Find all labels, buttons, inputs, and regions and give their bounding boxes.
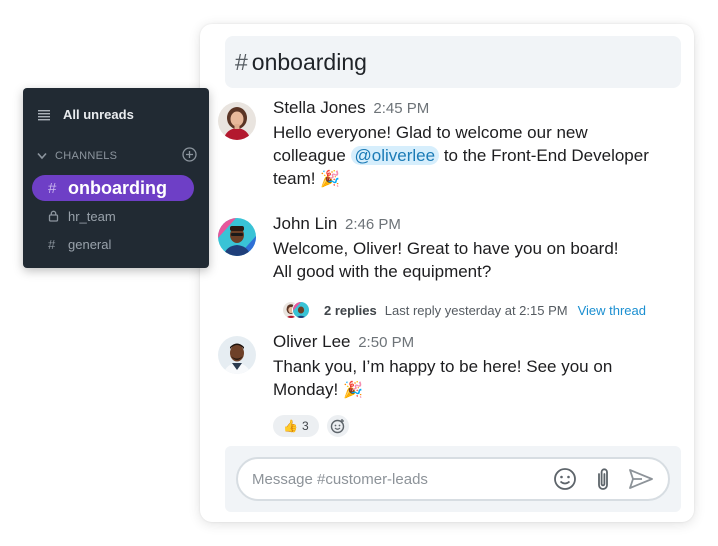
channels-section-header[interactable]: CHANNELS [37, 147, 197, 165]
sidebar-item-label: onboarding [68, 177, 167, 198]
avatar-oliver[interactable] [218, 336, 256, 374]
message-line: Thank you, I’m happy to be here! See you… [273, 357, 613, 376]
send-button[interactable] [628, 466, 654, 492]
party-popper-icon: 🎉 [342, 380, 363, 399]
all-unreads-item[interactable]: All unreads [37, 107, 134, 122]
paperclip-icon [598, 468, 608, 490]
message-header: Oliver Lee 2:50 PM [273, 332, 414, 352]
channel-header: # onboarding [225, 36, 681, 88]
channel-hash-icon: # [48, 179, 57, 197]
reactions-bar: 👍 3 [273, 415, 349, 437]
chevron-down-icon [37, 152, 47, 160]
sidebar-item-general[interactable]: # general [32, 231, 194, 257]
chat-panel: # onboarding Stella Jones 2:45 PM Hello … [200, 24, 694, 522]
thread-avatar [292, 301, 310, 319]
plus-circle-icon [182, 147, 197, 162]
all-unreads-label: All unreads [63, 107, 134, 122]
author-name[interactable]: Oliver Lee [273, 332, 350, 351]
message-line: Hello everyone! Glad to welcome our new [273, 123, 588, 142]
reaction-count: 3 [301, 419, 309, 433]
channel-sidebar: All unreads CHANNELS # onboarding hr_tea… [23, 88, 209, 268]
sidebar-item-onboarding[interactable]: # onboarding [32, 175, 194, 201]
lock-icon [48, 210, 68, 222]
list-icon [38, 109, 50, 120]
message-line: to the Front-End Developer [439, 146, 649, 165]
message-line: Welcome, Oliver! Great to have you on bo… [273, 239, 619, 258]
sidebar-item-label: general [68, 236, 112, 252]
timestamp: 2:46 PM [345, 216, 401, 233]
emoji-button[interactable] [552, 466, 578, 492]
channels-section-label: CHANNELS [55, 150, 118, 162]
message-text: Thank you, I’m happy to be here! See you… [273, 355, 683, 401]
message-composer [236, 457, 670, 501]
message-text: Hello everyone! Glad to welcome our new … [273, 121, 683, 190]
message-line: Monday! [273, 380, 339, 399]
thread-avatars [282, 299, 316, 321]
message-header: John Lin 2:46 PM [273, 214, 401, 234]
view-thread-link[interactable]: View thread [578, 303, 646, 318]
message: Oliver Lee 2:50 PM Thank you, I’m happy … [218, 332, 688, 406]
message-line: colleague [273, 146, 351, 165]
attach-button[interactable] [590, 466, 616, 492]
composer-area [225, 446, 681, 512]
sidebar-item-hr-team[interactable]: hr_team [32, 203, 194, 229]
thumbs-up-icon: 👍 [283, 419, 298, 433]
sidebar-item-label: hr_team [68, 208, 116, 224]
add-reaction-button[interactable] [326, 415, 349, 437]
party-popper-icon: 🎉 [320, 169, 341, 188]
add-channel-button[interactable] [182, 147, 197, 165]
author-name[interactable]: John Lin [273, 214, 337, 233]
message-text: Welcome, Oliver! Great to have you on bo… [273, 237, 683, 283]
add-emoji-icon [330, 419, 344, 434]
message-input[interactable] [252, 470, 552, 488]
message: John Lin 2:46 PM Welcome, Oliver! Great … [218, 214, 688, 304]
smiley-icon [554, 468, 576, 490]
last-reply-text: Last reply yesterday at 2:15 PM [384, 302, 568, 318]
timestamp: 2:45 PM [373, 100, 430, 117]
thread-summary[interactable]: 2 replies Last reply yesterday at 2:15 P… [282, 299, 682, 321]
avatar-john[interactable] [218, 218, 256, 256]
author-name[interactable]: Stella Jones [273, 98, 366, 117]
channel-hash-icon: # [48, 236, 56, 252]
user-mention[interactable]: @oliverlee [350, 146, 440, 165]
timestamp: 2:50 PM [358, 334, 415, 351]
message: Stella Jones 2:45 PM Hello everyone! Gla… [218, 98, 688, 190]
reaction-thumbs-up[interactable]: 👍 3 [273, 415, 319, 437]
message-line: team! [273, 169, 316, 188]
message-header: Stella Jones 2:45 PM [273, 98, 429, 118]
avatar-stella[interactable] [218, 102, 256, 140]
reply-count[interactable]: 2 replies [324, 303, 377, 318]
send-icon [629, 469, 653, 489]
message-line: All good with the equipment? [273, 262, 492, 281]
channel-hash-icon: # [235, 48, 248, 75]
channel-title: onboarding [251, 48, 367, 75]
